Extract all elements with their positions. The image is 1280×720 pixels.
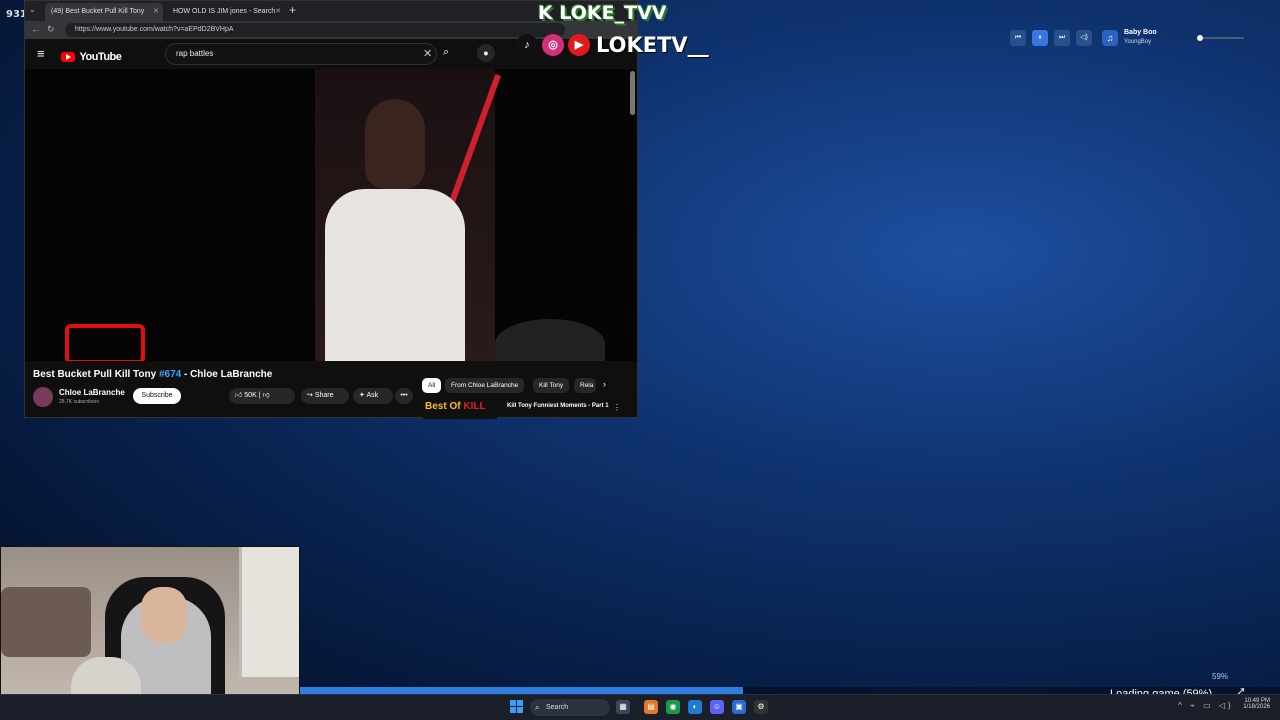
browser-window: ⌄ (49) Best Bucket Pull Kill Tony ✕ HOW …	[24, 0, 638, 419]
discord-icon[interactable]: ☺	[710, 700, 724, 714]
search-input[interactable]: rap battles	[165, 43, 437, 65]
clear-search-icon[interactable]: ✕	[423, 47, 432, 60]
share-button[interactable]: ↪ Share	[301, 388, 349, 404]
video-player[interactable]	[25, 69, 637, 361]
recommendation-title[interactable]: Kill Tony Funniest Moments - Part 1	[507, 403, 617, 409]
tab-menu-icon[interactable]: ⌄	[29, 5, 36, 14]
share-label: Share	[314, 392, 334, 399]
ask-button[interactable]: ✦ Ask	[353, 388, 393, 404]
microphone-icon[interactable]: ●	[477, 44, 495, 62]
music-widget: ⏮ ⏸ ⏭ ◁) ♫ Baby Boo YoungBoy	[1010, 28, 1250, 50]
youtube-logo-text: YouTube	[79, 50, 122, 63]
system-tray-icons[interactable]: ^ ⌁ ▭ ◁)	[1178, 701, 1234, 710]
hamburger-menu-icon[interactable]: ≡	[37, 46, 45, 61]
close-icon[interactable]: ✕	[275, 3, 281, 21]
youtube-icon: ▶	[568, 34, 590, 56]
page-scrollbar[interactable]	[630, 71, 635, 115]
more-actions-button[interactable]: •••	[395, 388, 413, 404]
neon-sign	[65, 324, 145, 361]
chip-all[interactable]: All	[422, 378, 442, 393]
reload-icon[interactable]: ↻	[47, 24, 55, 35]
chip-kill-tony[interactable]: Kill Tony	[533, 378, 570, 393]
social-handle: LOKETV__	[596, 33, 709, 57]
instagram-icon: ◎	[542, 34, 564, 56]
tab-search[interactable]: HOW OLD IS JIM jones - Search ✕	[167, 3, 285, 21]
taskbar-search[interactable]: ⌕ Search	[530, 699, 610, 716]
shelf	[239, 547, 299, 677]
video-title: Best Bucket Pull Kill Tony #674 - Chloe …	[33, 369, 272, 380]
couch	[1, 587, 91, 657]
pause-button[interactable]: ⏸	[1032, 30, 1048, 46]
start-button[interactable]	[510, 700, 524, 714]
chip-related[interactable]: Rela	[574, 378, 596, 393]
thumbnail-text-kill: KILL	[463, 401, 486, 412]
video-title-text: Best Bucket Pull Kill Tony	[33, 369, 159, 380]
back-icon[interactable]: ←	[31, 24, 40, 34]
taskbar: ⌕ Search ▦ ▤ ◉ ◐ ☺ ▣ ⚙ ^ ⌁ ▭ ◁) 10:49 PM…	[0, 694, 1280, 720]
channel-name[interactable]: Chloe LaBranche	[59, 388, 125, 397]
music-note-icon: ♫	[1102, 30, 1118, 46]
xbox-icon[interactable]: ◉	[666, 700, 680, 714]
thumbnail-text: Best Of	[425, 401, 464, 412]
streamer-face	[141, 587, 187, 643]
chip-from-channel[interactable]: From Chloe LaBranche	[445, 378, 525, 393]
kebab-menu-icon[interactable]: ⋮	[613, 403, 621, 412]
loading-percent: 59%	[1212, 672, 1229, 681]
music-progress-knob[interactable]	[1197, 35, 1204, 41]
file-explorer-icon[interactable]: ▤	[644, 700, 658, 714]
tab-youtube[interactable]: (49) Best Bucket Pull Kill Tony ✕	[45, 3, 163, 21]
sparkle-icon: ✦	[359, 392, 365, 399]
settings-icon[interactable]: ⚙	[754, 700, 768, 714]
song-title: Baby Boo	[1124, 29, 1157, 36]
song-artist: YoungBoy	[1124, 39, 1152, 45]
video-hashtag[interactable]: #674	[159, 369, 181, 380]
subscriber-count: 28.7K subscribers	[59, 399, 100, 405]
share-icon: ↪	[307, 392, 313, 399]
search-icon[interactable]: ⌕	[443, 46, 449, 59]
volume-icon[interactable]: ◁)	[1076, 30, 1092, 46]
loading-progress-fill	[300, 687, 743, 694]
widgets-icon[interactable]: ▦	[616, 700, 630, 714]
edge-icon[interactable]: ◐	[688, 700, 702, 714]
chevron-right-icon[interactable]: ›	[603, 379, 606, 389]
tiktok-icon: ♪	[516, 34, 538, 56]
thumbs-down-icon[interactable]: | 👎︎	[259, 392, 270, 399]
close-icon[interactable]: ✕	[153, 3, 159, 21]
app-icon[interactable]: ▣	[732, 700, 746, 714]
youtube-play-icon	[61, 51, 75, 62]
tab-label: (49) Best Bucket Pull Kill Tony	[51, 8, 145, 15]
streamer-handle: K LOKE_TVV	[538, 2, 667, 24]
channel-avatar[interactable]	[33, 387, 53, 407]
tab-label: HOW OLD IS JIM jones - Search	[173, 8, 276, 15]
taskbar-search-label: Search	[546, 704, 569, 711]
youtube-logo[interactable]: YouTube	[61, 48, 122, 66]
like-count: 50K	[244, 392, 257, 399]
thumbs-up-icon: 👍︎	[235, 392, 243, 399]
next-track-button[interactable]: ⏭	[1054, 30, 1070, 46]
performer-figure	[325, 189, 465, 361]
ask-label: Ask	[366, 392, 379, 399]
search-icon: ⌕	[535, 703, 540, 712]
previous-track-button[interactable]: ⏮	[1010, 30, 1026, 46]
like-button[interactable]: 👍︎ 50K | 👎︎	[229, 388, 295, 404]
music-progress-bar[interactable]	[1197, 35, 1244, 41]
system-clock[interactable]: 10:49 PM 1/18/2026	[1236, 698, 1270, 710]
new-tab-button[interactable]: +	[289, 3, 296, 17]
subscribe-button[interactable]: Subscribe	[133, 388, 181, 404]
drum-kit	[495, 319, 605, 361]
address-bar[interactable]: https://www.youtube.com/watch?v=aEPdD2BV…	[65, 23, 565, 37]
performer-head	[365, 99, 425, 189]
video-title-suffix: - Chloe LaBranche	[181, 369, 273, 380]
recommendation-thumbnail[interactable]: Best Of KILL	[423, 401, 497, 419]
clock-date: 1/18/2026	[1243, 704, 1270, 710]
